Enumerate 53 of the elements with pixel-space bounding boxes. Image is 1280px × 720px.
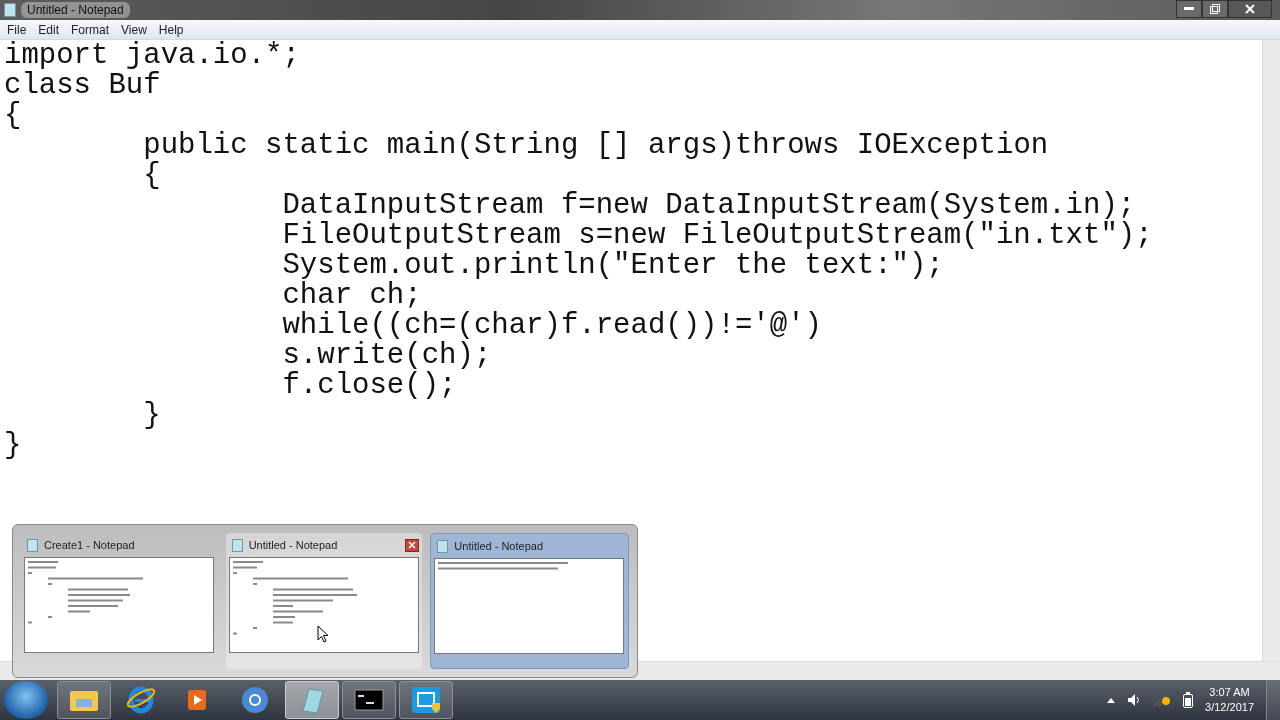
menu-item[interactable]: Help (153, 22, 189, 37)
terminal-icon (354, 688, 384, 712)
thumbnail-title: Untitled - Notepad (454, 540, 543, 552)
screen-capture-icon (410, 685, 442, 715)
minimize-button[interactable] (1176, 0, 1202, 18)
browser-icon (125, 685, 157, 715)
mouse-pointer-icon (317, 625, 329, 643)
window-title: Untitled - Notepad (21, 2, 130, 18)
show-hidden-icons-icon[interactable] (1107, 697, 1116, 703)
code-line: } (4, 431, 22, 461)
close-button[interactable] (405, 538, 420, 552)
speaker-icon[interactable] (1127, 693, 1142, 707)
battery-icon[interactable] (1183, 692, 1194, 708)
notepad-icon (231, 538, 243, 552)
menu-item[interactable]: View (116, 22, 152, 37)
menu-item[interactable]: File (2, 22, 32, 37)
code-line: { (4, 101, 22, 131)
start-button[interactable] (4, 681, 48, 719)
thumbnail-title: Create1 - Notepad (44, 539, 135, 551)
code-line: f.close(); (281, 371, 457, 401)
window-thumbnail[interactable]: Untitled - Notepad (225, 533, 423, 669)
window-thumbnail[interactable]: Untitled - Notepad (430, 533, 629, 669)
code-line: s.write(ch); (281, 341, 492, 371)
code-line: System.out.println("Enter the text:"); (281, 251, 944, 281)
close-icon (1245, 4, 1255, 14)
browser-icon (240, 685, 270, 715)
close-button[interactable] (1228, 0, 1272, 18)
show-desktop-button[interactable] (1266, 680, 1280, 720)
code-line: DataInputStream f=new DataInputStream(System.in); (281, 191, 1136, 221)
clock-date[interactable]: 3/12/2017 (1205, 700, 1254, 715)
capture-taskbar-button[interactable] (399, 681, 453, 719)
restore-button[interactable] (1202, 0, 1228, 18)
notepad-icon (4, 3, 16, 17)
menu-item[interactable]: Format (66, 22, 115, 37)
code-line: { (142, 161, 161, 191)
code-line: FileOutputStream s=new FileOutputStream("in.txt"); (281, 221, 1153, 251)
code-line: while((ch=(char)f.read())!='@') (281, 311, 822, 341)
thumbnail-title: Untitled - Notepad (248, 539, 338, 551)
code-line: } (142, 401, 161, 431)
code-line: public static main(String [] args)throws IOException (142, 131, 1049, 161)
restore-icon (1210, 4, 1220, 14)
notepad-icon (437, 539, 449, 553)
code-line: import java.io.*; (4, 41, 300, 71)
window-thumbnail[interactable]: Create1 - Notepad (21, 533, 218, 669)
vertical-scrollbar[interactable] (1262, 40, 1280, 662)
menu-item[interactable]: Edit (33, 22, 65, 37)
folder-taskbar-button[interactable] (57, 681, 111, 719)
terminal-taskbar-button[interactable] (342, 681, 396, 719)
code-line: class Buf (4, 71, 161, 101)
code-line: char ch; (281, 281, 422, 311)
notepad-icon (27, 538, 38, 552)
minimize-icon (1184, 7, 1194, 11)
clock-time[interactable]: 3:07 AM (1209, 685, 1250, 700)
